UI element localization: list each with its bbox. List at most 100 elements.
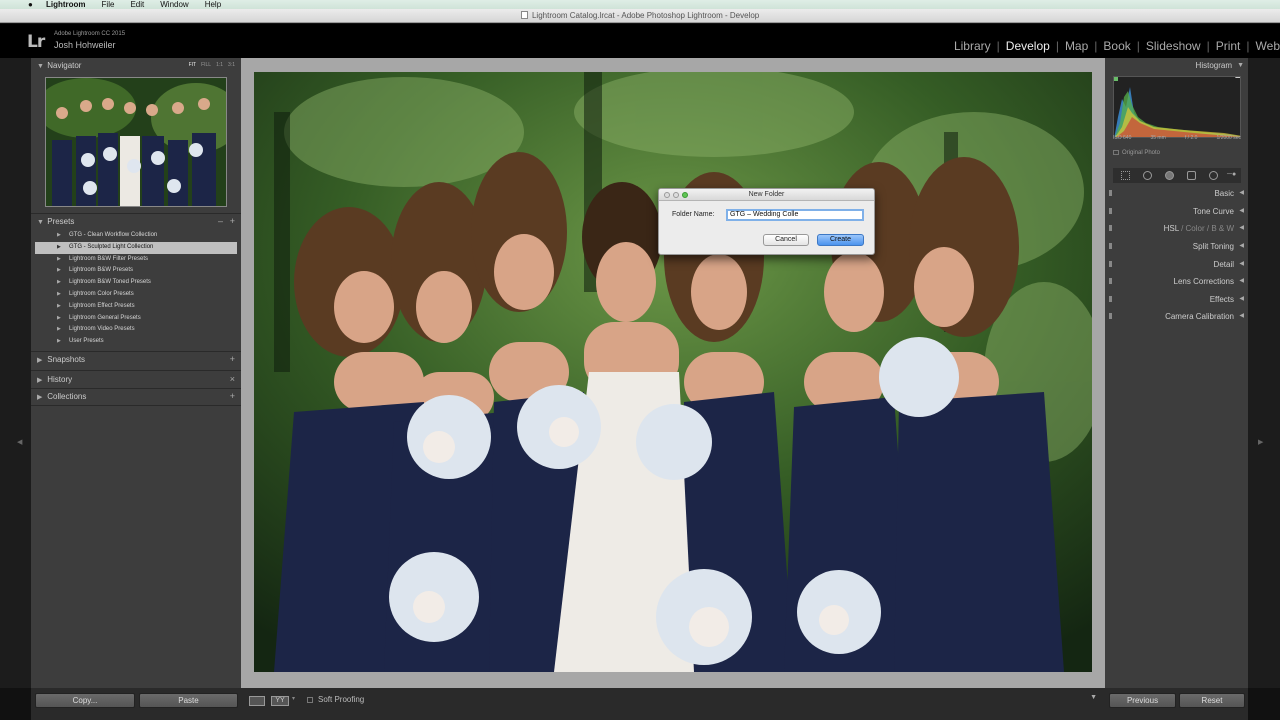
history-title: History: [47, 375, 73, 384]
document-icon: [520, 11, 528, 19]
cancel-button[interactable]: Cancel: [763, 234, 809, 246]
module-slideshow[interactable]: Slideshow: [1140, 39, 1207, 53]
navigator-header[interactable]: ▼ Navigator FIT FILL 1:1 3:1: [31, 58, 241, 73]
image-canvas[interactable]: [241, 58, 1105, 688]
preset-folder-general[interactable]: ▶ Lightroom General Presets: [35, 313, 237, 325]
user-name: Josh Hohweiler: [54, 40, 116, 50]
spot-removal-icon[interactable]: [1143, 171, 1152, 180]
histogram-graph[interactable]: [1113, 76, 1241, 138]
navigator-preview[interactable]: [45, 77, 227, 207]
preset-folder-effect[interactable]: ▶ Lightroom Effect Presets: [35, 301, 237, 313]
shutter-value: 1/2000 sec: [1216, 135, 1241, 141]
previous-button[interactable]: Previous: [1109, 693, 1176, 708]
create-button[interactable]: Create: [817, 234, 864, 246]
panel-basic[interactable]: Basic ◀: [1105, 186, 1248, 201]
add-collection-icon[interactable]: +: [230, 389, 235, 404]
zoom-1-1[interactable]: 1:1: [216, 58, 223, 73]
preset-folder-bw[interactable]: ▶ Lightroom B&W Presets: [35, 265, 237, 277]
panel-switch-icon[interactable]: [1109, 261, 1112, 267]
crop-tool-icon[interactable]: [1121, 171, 1130, 180]
menu-app-lightroom[interactable]: Lightroom: [46, 0, 86, 9]
soft-proofing-checkbox[interactable]: [307, 697, 313, 703]
apple-menu-icon[interactable]: ●: [28, 0, 38, 9]
add-preset-icon[interactable]: +: [230, 214, 235, 229]
history-header[interactable]: ▶ History ×: [31, 372, 241, 387]
paste-button[interactable]: Paste: [139, 693, 238, 708]
menu-file[interactable]: File: [102, 0, 115, 9]
original-photo-checkbox[interactable]: [1113, 150, 1119, 155]
panel-switch-icon[interactable]: [1109, 225, 1112, 231]
remove-preset-icon[interactable]: –: [218, 214, 223, 229]
preset-folder-user[interactable]: ▶ User Presets: [35, 336, 237, 348]
panel-switch-icon[interactable]: [1109, 313, 1112, 319]
reset-button[interactable]: Reset: [1179, 693, 1245, 708]
module-print[interactable]: Print: [1210, 39, 1247, 53]
divider: [31, 370, 241, 371]
presets-header[interactable]: ▼ Presets – +: [31, 214, 241, 229]
copy-button[interactable]: Copy...: [35, 693, 135, 708]
module-library[interactable]: Library: [948, 39, 997, 53]
disclosure-closed-icon: ▶: [37, 377, 43, 384]
collections-header[interactable]: ▶ Collections +: [31, 389, 241, 404]
radial-filter-icon[interactable]: [1209, 171, 1218, 180]
preset-folder-video[interactable]: ▶ Lightroom Video Presets: [35, 324, 237, 336]
wedding-photo: [254, 72, 1092, 672]
zoom-3-1[interactable]: 3:1: [228, 58, 235, 73]
zoom-fit[interactable]: FIT: [189, 58, 197, 73]
panel-hsl-color-bw[interactable]: HSL / Color / B & W ◀: [1105, 221, 1248, 236]
panel-switch-icon[interactable]: [1109, 296, 1112, 302]
zoom-window-icon[interactable]: [682, 192, 688, 198]
panel-label: Detail: [1213, 260, 1234, 269]
clear-history-icon[interactable]: ×: [230, 372, 235, 387]
menu-window[interactable]: Window: [160, 0, 188, 9]
add-snapshot-icon[interactable]: +: [230, 352, 235, 367]
menu-help[interactable]: Help: [205, 0, 221, 9]
hsl-tab[interactable]: HSL: [1164, 224, 1179, 233]
preset-folder-bw-filter[interactable]: ▶ Lightroom B&W Filter Presets: [35, 254, 237, 266]
left-panel-edge[interactable]: ◀: [0, 58, 31, 688]
collapse-left-icon[interactable]: ◀: [17, 438, 22, 446]
snapshots-header[interactable]: ▶ Snapshots +: [31, 352, 241, 367]
panel-detail[interactable]: Detail ◀: [1105, 257, 1248, 272]
preset-folder-gtg-clean-workflow[interactable]: ▶ GTG - Clean Workflow Collection: [35, 230, 237, 242]
panel-switch-icon[interactable]: [1109, 278, 1112, 284]
minimize-window-icon[interactable]: [673, 192, 679, 198]
toolbar-menu-icon[interactable]: ▼: [1090, 694, 1097, 701]
module-web[interactable]: Web: [1250, 39, 1280, 53]
red-eye-icon[interactable]: [1165, 171, 1174, 180]
color-tab[interactable]: Color: [1186, 224, 1205, 233]
panel-switch-icon[interactable]: [1109, 243, 1112, 249]
panel-switch-icon[interactable]: [1109, 208, 1112, 214]
panel-switch-icon[interactable]: [1109, 190, 1112, 196]
left-panel-footer: Copy... Paste: [31, 688, 241, 720]
preset-folder-label: Lightroom B&W Filter Presets: [69, 255, 149, 262]
close-window-icon[interactable]: [664, 192, 670, 198]
module-map[interactable]: Map: [1059, 39, 1094, 53]
adjustment-brush-icon[interactable]: ─●: [1227, 171, 1236, 180]
window-controls: [664, 192, 688, 198]
menu-edit[interactable]: Edit: [130, 0, 144, 9]
preset-folder-bw-toned[interactable]: ▶ Lightroom B&W Toned Presets: [35, 277, 237, 289]
panel-lens-corrections[interactable]: Lens Corrections ◀: [1105, 274, 1248, 289]
panel-effects[interactable]: Effects ◀: [1105, 292, 1248, 307]
before-after-icon[interactable]: YY: [271, 696, 289, 706]
histogram-header[interactable]: Histogram ▼: [1105, 58, 1248, 73]
collapse-right-icon[interactable]: ▶: [1258, 438, 1263, 446]
panel-tone-curve[interactable]: Tone Curve ◀: [1105, 204, 1248, 219]
preset-folder-gtg-sculpted-light[interactable]: ▶ GTG - Sculpted Light Collection: [35, 241, 237, 254]
loupe-view-icon[interactable]: [249, 696, 265, 706]
folder-name-input[interactable]: GTG – Wedding Colle: [726, 209, 864, 221]
module-develop[interactable]: Develop: [1000, 39, 1056, 53]
right-panel-edge[interactable]: ▶: [1248, 58, 1280, 688]
navigator-zoom: FIT FILL 1:1 3:1: [189, 58, 235, 73]
compare-menu-arrow-icon[interactable]: ▾: [292, 695, 295, 702]
preset-folder-color[interactable]: ▶ Lightroom Color Presets: [35, 289, 237, 301]
original-photo-toggle[interactable]: Original Photo: [1113, 150, 1160, 156]
bw-tab[interactable]: B & W: [1211, 224, 1234, 233]
zoom-fill[interactable]: FILL: [201, 58, 211, 73]
module-book[interactable]: Book: [1097, 39, 1136, 53]
panel-camera-calibration[interactable]: Camera Calibration ◀: [1105, 309, 1248, 324]
disclosure-closed-icon: ◀: [1239, 313, 1244, 319]
graduated-filter-icon[interactable]: [1187, 171, 1196, 180]
panel-split-toning[interactable]: Split Toning ◀: [1105, 239, 1248, 254]
